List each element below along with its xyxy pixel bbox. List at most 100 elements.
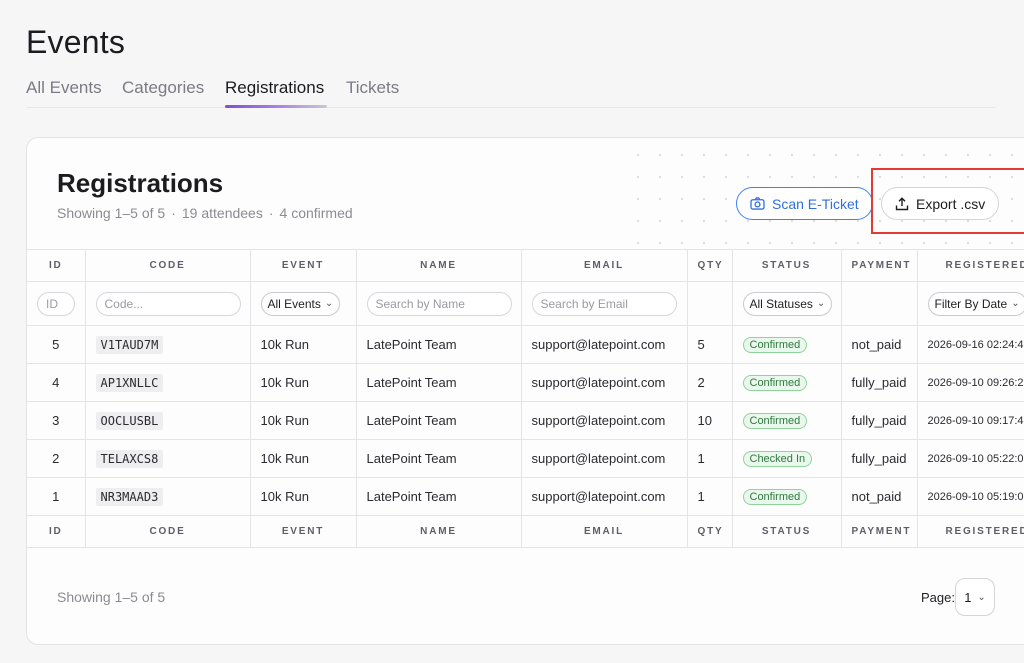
cell-email: support@latepoint.com — [520, 477, 688, 516]
registrations-summary: Showing 1–5 of 5 · 19 attendees · 4 confirme… — [57, 205, 353, 221]
confirmed-count: 4 confirmed — [279, 205, 353, 221]
cell-qty: 2 — [686, 363, 733, 402]
qty-filter-empty — [686, 281, 733, 326]
cell-registered: 2026-09-10 05:22:09 — [916, 439, 1024, 478]
tab-registrations[interactable]: Registrations — [225, 78, 324, 98]
column-header-payment[interactable]: PAYMENT — [840, 249, 918, 282]
table-row[interactable]: 1 NR3MAAD3 10k Run LatePoint Team suppor… — [27, 477, 1024, 516]
status-filter-select[interactable]: All Statuses ⌄ — [742, 291, 833, 316]
column-header-qty[interactable]: QTY — [686, 249, 733, 282]
cell-id: 1 — [27, 477, 86, 516]
cell-payment: not_paid — [840, 477, 918, 516]
cell-qty: 10 — [686, 401, 733, 440]
page-select-value: 1 — [964, 589, 972, 605]
registrations-table: ID CODE EVENT NAME EMAIL QTY STATUS PAYM… — [27, 249, 1024, 548]
cell-email: support@latepoint.com — [520, 363, 688, 402]
status-badge: Confirmed — [742, 413, 808, 429]
cell-event: 10k Run — [249, 477, 357, 516]
footer-column-status: STATUS — [731, 515, 842, 548]
cell-qty: 1 — [686, 439, 733, 478]
table-header-row: ID CODE EVENT NAME EMAIL QTY STATUS PAYM… — [27, 249, 1024, 282]
chevron-down-icon: ⌄ — [816, 298, 826, 309]
cell-registered: 2026-09-10 05:19:05 — [916, 477, 1024, 516]
id-filter-input[interactable]: ID — [37, 291, 75, 316]
footer-column-name: NAME — [355, 515, 522, 548]
cell-event: 10k Run — [249, 401, 357, 440]
cell-name: LatePoint Team — [355, 401, 522, 440]
cell-status: Checked In — [731, 439, 842, 478]
scan-eticket-label: Scan E-Ticket — [772, 195, 859, 212]
page-title: Events — [26, 24, 126, 60]
status-filter-value: All Statuses — [749, 296, 813, 311]
cell-status: Confirmed — [731, 401, 842, 440]
filter-row: ID Code... All Events ⌄ Search by Name Se… — [27, 281, 1024, 326]
cell-name: LatePoint Team — [355, 477, 522, 516]
status-badge: Confirmed — [742, 375, 808, 391]
footer-showing-count: Showing 1–5 of 5 — [57, 589, 166, 605]
footer-column-event: EVENT — [249, 515, 357, 548]
cell-event: 10k Run — [249, 325, 357, 364]
column-header-registered[interactable]: REGISTERED — [916, 249, 1024, 282]
tab-all-events[interactable]: All Events — [26, 78, 102, 98]
email-filter-input[interactable]: Search by Email — [531, 291, 677, 316]
footer-column-id: ID — [27, 515, 86, 548]
column-header-status[interactable]: STATUS — [731, 249, 842, 282]
cell-payment: fully_paid — [840, 401, 918, 440]
tab-bar: All Events Categories Registrations Tick… — [26, 78, 996, 108]
footer-column-email: EMAIL — [520, 515, 688, 548]
cell-qty: 1 — [686, 477, 733, 516]
registrations-title: Registrations — [57, 168, 224, 198]
highlight-box — [871, 168, 1024, 234]
cell-code: AP1XNLLC — [84, 363, 251, 402]
status-badge: Confirmed — [742, 337, 808, 353]
table-row[interactable]: 2 TELAXCS8 10k Run LatePoint Team suppor… — [27, 439, 1024, 478]
column-header-code[interactable]: CODE — [84, 249, 251, 282]
cell-code: TELAXCS8 — [84, 439, 251, 478]
cell-status: Confirmed — [731, 477, 842, 516]
column-header-name[interactable]: NAME — [355, 249, 522, 282]
scan-eticket-button[interactable]: Scan E-Ticket — [736, 187, 873, 220]
registrations-card: Registrations Showing 1–5 of 5 · 19 attend… — [26, 137, 1024, 645]
tab-tickets[interactable]: Tickets — [346, 78, 399, 98]
code-chip: NR3MAAD3 — [95, 487, 164, 506]
cell-registered: 2026-09-16 02:24:40 — [916, 325, 1024, 364]
page-label: Page: — [921, 590, 955, 605]
cell-registered: 2026-09-10 09:17:49 — [916, 401, 1024, 440]
cell-id: 3 — [27, 401, 86, 440]
cell-status: Confirmed — [731, 363, 842, 402]
date-filter-select[interactable]: Filter By Date ⌄ — [927, 291, 1024, 316]
footer-column-qty: QTY — [686, 515, 733, 548]
cell-email: support@latepoint.com — [520, 325, 688, 364]
column-header-event[interactable]: EVENT — [249, 249, 357, 282]
table-row[interactable]: 5 V1TAUD7M 10k Run LatePoint Team suppor… — [27, 325, 1024, 364]
footer-column-code: CODE — [84, 515, 251, 548]
chevron-down-icon: ⌄ — [1011, 298, 1020, 309]
column-header-id[interactable]: ID — [27, 249, 86, 282]
chevron-down-icon: ⌄ — [977, 591, 986, 603]
name-filter-input[interactable]: Search by Name — [366, 291, 512, 316]
chevron-down-icon: ⌄ — [324, 298, 334, 309]
footer-column-registered: REGISTERED — [916, 515, 1024, 548]
cell-name: LatePoint Team — [355, 325, 522, 364]
page-select[interactable]: 1 ⌄ — [955, 578, 995, 616]
status-badge: Confirmed — [742, 489, 808, 505]
cell-id: 4 — [27, 363, 86, 402]
cell-email: support@latepoint.com — [520, 439, 688, 478]
cell-code: NR3MAAD3 — [84, 477, 251, 516]
attendees-count: 19 attendees — [181, 205, 263, 221]
code-chip: TELAXCS8 — [95, 449, 164, 468]
event-filter-value: All Events — [267, 296, 321, 311]
cell-id: 2 — [27, 439, 86, 478]
camera-icon — [750, 197, 765, 210]
table-row[interactable]: 4 AP1XNLLC 10k Run LatePoint Team suppor… — [27, 363, 1024, 402]
cell-registered: 2026-09-10 09:26:25 — [916, 363, 1024, 402]
cell-payment: fully_paid — [840, 363, 918, 402]
code-filter-input[interactable]: Code... — [95, 291, 241, 316]
column-header-email[interactable]: EMAIL — [520, 249, 688, 282]
separator-dot: · — [268, 205, 274, 221]
footer-column-payment: PAYMENT — [840, 515, 918, 548]
date-filter-value: Filter By Date — [934, 296, 1008, 311]
tab-categories[interactable]: Categories — [122, 78, 204, 98]
table-row[interactable]: 3 OOCLUSBL 10k Run LatePoint Team suppor… — [27, 401, 1024, 440]
event-filter-select[interactable]: All Events ⌄ — [260, 291, 341, 316]
